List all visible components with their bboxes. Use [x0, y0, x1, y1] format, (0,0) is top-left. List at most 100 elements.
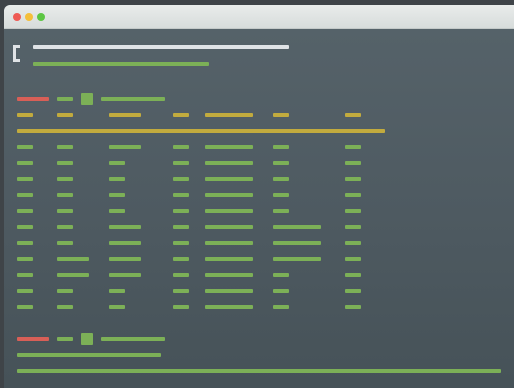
- table-cell-r2-c7: [345, 161, 361, 165]
- block-2-output-line: [17, 353, 161, 357]
- close-button[interactable]: [13, 13, 21, 21]
- table-cell-r3-c6: [273, 177, 289, 181]
- table-cell-r4-c6: [273, 193, 289, 197]
- block-1-long-token: [101, 97, 165, 101]
- table-cell-r1-c4: [173, 145, 189, 149]
- terminal-window: [4, 5, 514, 388]
- table-cell-r5-c1: [17, 209, 33, 213]
- table-cell-r4-c5: [205, 193, 253, 197]
- block-1-green-token: [57, 97, 73, 101]
- table-cell-r3-c3: [109, 177, 125, 181]
- block-1-square-icon: [81, 93, 93, 105]
- table-cell-r3-c7: [345, 177, 361, 181]
- table-cell-r1-c7: [345, 145, 361, 149]
- table-cell-r7-c6: [273, 241, 321, 245]
- table-cell-r9-c1: [17, 273, 33, 277]
- table-cell-r6-c1: [17, 225, 33, 229]
- table-cell-r1-c3: [109, 145, 141, 149]
- table-header-col-3: [109, 113, 141, 117]
- subheader-line: [33, 62, 209, 66]
- table-cell-r7-c3: [109, 241, 141, 245]
- table-cell-r9-c3: [109, 273, 141, 277]
- table-cell-r5-c5: [205, 209, 253, 213]
- table-cell-r6-c4: [173, 225, 189, 229]
- table-cell-r6-c6: [273, 225, 321, 229]
- table-cell-r3-c5: [205, 177, 253, 181]
- table-cell-r9-c5: [205, 273, 253, 277]
- table-cell-r9-c2: [57, 273, 89, 277]
- table-cell-r10-c4: [173, 289, 189, 293]
- table-divider: [17, 129, 385, 133]
- block-2-square-icon: [81, 333, 93, 345]
- table-cell-r6-c7: [345, 225, 361, 229]
- table-cell-r2-c5: [205, 161, 253, 165]
- table-cell-r9-c7: [345, 273, 361, 277]
- table-cell-r6-c3: [109, 225, 141, 229]
- block-2-long-token: [101, 337, 165, 341]
- table-cell-r1-c5: [205, 145, 253, 149]
- table-cell-r7-c2: [57, 241, 73, 245]
- table-cell-r5-c7: [345, 209, 361, 213]
- table-cell-r2-c1: [17, 161, 33, 165]
- maximize-button[interactable]: [37, 13, 45, 21]
- table-cell-r4-c2: [57, 193, 73, 197]
- table-cell-r8-c5: [205, 257, 253, 261]
- table-cell-r10-c2: [57, 289, 73, 293]
- window-titlebar: [4, 5, 514, 29]
- table-header-col-2: [57, 113, 73, 117]
- block-1-red-token: [17, 97, 49, 101]
- table-cell-r10-c5: [205, 289, 253, 293]
- table-cell-r5-c2: [57, 209, 73, 213]
- table-cell-r5-c4: [173, 209, 189, 213]
- table-cell-r7-c5: [205, 241, 253, 245]
- header-line: [33, 45, 289, 49]
- table-cell-r11-c1: [17, 305, 33, 309]
- table-header-col-5: [205, 113, 253, 117]
- table-cell-r11-c4: [173, 305, 189, 309]
- table-cell-r5-c6: [273, 209, 289, 213]
- table-cell-r7-c7: [345, 241, 361, 245]
- table-cell-r9-c4: [173, 273, 189, 277]
- table-cell-r8-c6: [273, 257, 321, 261]
- block-2-green-token: [57, 337, 73, 341]
- table-cell-r11-c7: [345, 305, 361, 309]
- table-cell-r8-c4: [173, 257, 189, 261]
- table-cell-r10-c1: [17, 289, 33, 293]
- table-cell-r1-c2: [57, 145, 73, 149]
- table-cell-r1-c6: [273, 145, 289, 149]
- table-cell-r10-c3: [109, 289, 125, 293]
- table-cell-r4-c7: [345, 193, 361, 197]
- table-cell-r8-c7: [345, 257, 361, 261]
- minimize-button[interactable]: [25, 13, 33, 21]
- block-2-red-token: [17, 337, 49, 341]
- table-cell-r9-c6: [273, 273, 289, 277]
- table-cell-r6-c2: [57, 225, 73, 229]
- table-cell-r11-c3: [109, 305, 125, 309]
- table-cell-r7-c4: [173, 241, 189, 245]
- prompt-bracket-icon: [13, 45, 20, 62]
- table-cell-r4-c1: [17, 193, 33, 197]
- table-cell-r8-c1: [17, 257, 33, 261]
- table-header-col-4: [173, 113, 189, 117]
- table-cell-r7-c1: [17, 241, 33, 245]
- table-cell-r11-c5: [205, 305, 253, 309]
- table-cell-r2-c2: [57, 161, 73, 165]
- table-cell-r3-c1: [17, 177, 33, 181]
- table-cell-r1-c1: [17, 145, 33, 149]
- table-cell-r11-c2: [57, 305, 73, 309]
- table-cell-r10-c6: [273, 289, 289, 293]
- table-header-col-6: [273, 113, 289, 117]
- table-cell-r10-c7: [345, 289, 361, 293]
- table-cell-r6-c5: [205, 225, 253, 229]
- table-cell-r2-c6: [273, 161, 289, 165]
- table-cell-r3-c2: [57, 177, 73, 181]
- table-cell-r4-c4: [173, 193, 189, 197]
- table-cell-r5-c3: [109, 209, 125, 213]
- table-cell-r11-c6: [273, 305, 289, 309]
- table-cell-r8-c2: [57, 257, 89, 261]
- table-header-col-1: [17, 113, 33, 117]
- block-2-wide-line: [17, 369, 501, 373]
- table-cell-r2-c3: [109, 161, 125, 165]
- table-cell-r4-c3: [109, 193, 125, 197]
- table-cell-r2-c4: [173, 161, 189, 165]
